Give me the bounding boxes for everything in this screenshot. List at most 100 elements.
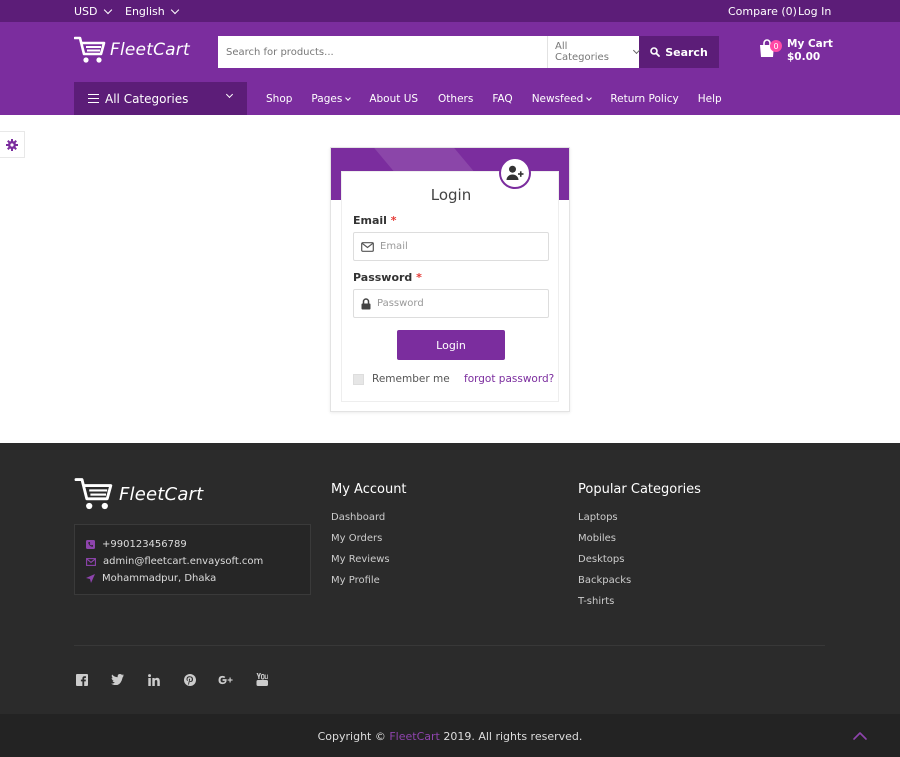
nav-item-newsfeed[interactable]: Newsfeed: [531, 92, 593, 105]
email-field[interactable]: [353, 232, 549, 261]
forgot-password-link[interactable]: forgot password?: [464, 373, 554, 385]
contact-phone: +990123456789: [86, 536, 310, 553]
email-label: Email *: [353, 214, 397, 227]
social-links: [74, 672, 269, 687]
my-account-title: My Account: [331, 482, 407, 497]
copyright-text: Copyright © FleetCart 2019. All rights r…: [0, 730, 900, 743]
language-selector[interactable]: English: [125, 5, 179, 18]
chevron-down-icon: [345, 94, 352, 101]
login-form: Login Email * Password * Login R: [341, 171, 559, 402]
brand-logo[interactable]: FleetCart: [74, 35, 190, 65]
scroll-to-top-icon[interactable]: [852, 728, 868, 744]
menu-icon: [88, 94, 99, 103]
all-categories-label: All Categories: [105, 91, 189, 106]
nav-item-pages[interactable]: Pages: [311, 93, 352, 105]
popular-categories-list: Laptops Mobiles Desktops Backpacks T-shi…: [578, 512, 631, 617]
all-categories-button[interactable]: All Categories: [74, 82, 247, 115]
compare-link[interactable]: Compare (0): [728, 5, 797, 18]
nav-item-faq[interactable]: FAQ: [492, 93, 512, 105]
contact-phone-text: +990123456789: [102, 539, 187, 550]
nav-item-label: Help: [697, 92, 722, 105]
footer-link-backpacks[interactable]: Backpacks: [578, 575, 631, 596]
email-label-text: Email: [353, 214, 387, 227]
login-card: Login Email * Password * Login R: [330, 147, 570, 412]
language-label: English: [125, 5, 165, 18]
required-mark: *: [390, 214, 397, 227]
footer-link-orders[interactable]: My Orders: [331, 533, 390, 554]
user-plus-icon: [506, 165, 524, 180]
nav-item-shop[interactable]: Shop: [266, 93, 292, 105]
envelope-icon: [361, 241, 374, 252]
contact-address-text: Mohammadpur, Dhaka: [102, 573, 217, 584]
settings-toggle[interactable]: [0, 131, 25, 158]
search-bar: All Categories Search: [218, 36, 719, 68]
chevron-down-icon: [103, 5, 112, 15]
footer-link-laptops[interactable]: Laptops: [578, 512, 631, 533]
nav-item-about[interactable]: About US: [369, 93, 418, 105]
currency-selector[interactable]: USD: [74, 5, 112, 18]
login-title: Login: [430, 186, 472, 204]
cart-widget[interactable]: 0 My Cart $0.00: [757, 38, 833, 64]
password-label: Password *: [353, 271, 422, 284]
footer-link-profile[interactable]: My Profile: [331, 575, 390, 596]
contact-info: +990123456789 admin@fleetcart.envaysoft.…: [74, 524, 311, 595]
my-account-list: Dashboard My Orders My Reviews My Profil…: [331, 512, 390, 596]
footer-link-reviews[interactable]: My Reviews: [331, 554, 390, 575]
copyright-suffix: 2019. All rights reserved.: [443, 730, 583, 743]
google-plus-icon[interactable]: [218, 672, 233, 687]
footer-link-mobiles[interactable]: Mobiles: [578, 533, 631, 554]
password-field[interactable]: [353, 289, 549, 318]
popular-categories-title: Popular Categories: [578, 482, 701, 497]
login-button[interactable]: Login: [397, 330, 505, 360]
chevron-down-icon: [225, 90, 234, 99]
contact-email-text: admin@fleetcart.envaysoft.com: [103, 556, 264, 567]
nav-menu: Shop Pages About US Others FAQ Newsfeed …: [266, 82, 722, 115]
nav-item-label: Newsfeed: [531, 92, 584, 105]
cart-label: My Cart: [787, 38, 833, 50]
nav-item-return-policy[interactable]: Return Policy: [610, 93, 678, 105]
cart-count-badge: 0: [770, 40, 782, 52]
add-user-badge: [499, 157, 531, 189]
twitter-icon[interactable]: [110, 672, 125, 687]
nav-item-others[interactable]: Others: [438, 93, 473, 105]
youtube-icon[interactable]: [254, 672, 269, 687]
nav-item-label: Return Policy: [610, 92, 679, 105]
footer-link-dashboard[interactable]: Dashboard: [331, 512, 390, 533]
linkedin-icon[interactable]: [146, 672, 161, 687]
footer-divider: [74, 645, 825, 646]
envelope-icon: [86, 557, 96, 566]
cart-total: $0.00: [787, 51, 821, 63]
facebook-icon[interactable]: [74, 672, 89, 687]
login-link[interactable]: Log In: [798, 5, 831, 18]
nav-item-label: Shop: [266, 92, 293, 105]
search-input[interactable]: [218, 36, 547, 68]
required-mark: *: [416, 271, 422, 284]
cart-logo-icon: [74, 36, 106, 63]
nav-item-help[interactable]: Help: [698, 93, 722, 105]
copyright-bar: Copyright © FleetCart 2019. All rights r…: [0, 714, 900, 757]
copyright-brand-link[interactable]: FleetCart: [389, 730, 440, 743]
location-arrow-icon: [86, 574, 95, 583]
category-select[interactable]: All Categories: [547, 36, 641, 68]
footer-brand-logo[interactable]: FleetCart: [74, 476, 203, 512]
contact-address: Mohammadpur, Dhaka: [86, 570, 310, 587]
cart-summary: My Cart $0.00: [787, 38, 833, 64]
lock-icon: [361, 297, 371, 309]
contact-email: admin@fleetcart.envaysoft.com: [86, 553, 310, 570]
remember-me[interactable]: Remember me: [353, 373, 450, 385]
gear-icon: [6, 138, 18, 151]
password-input[interactable]: [377, 298, 537, 309]
email-input[interactable]: [380, 241, 540, 252]
search-button[interactable]: Search: [639, 36, 719, 68]
footer-link-desktops[interactable]: Desktops: [578, 554, 631, 575]
copyright-prefix: Copyright ©: [317, 730, 386, 743]
remember-checkbox[interactable]: [353, 373, 364, 385]
remember-label: Remember me: [372, 373, 450, 385]
footer-link-tshirts[interactable]: T-shirts: [578, 596, 631, 617]
currency-label: USD: [74, 5, 98, 18]
header: FleetCart All Categories Search 0 My Car…: [0, 22, 900, 115]
pinterest-icon[interactable]: [182, 672, 197, 687]
main-nav: All Categories Shop Pages About US Other…: [0, 82, 900, 115]
brand-name: FleetCart: [110, 40, 190, 60]
search-icon: [650, 47, 661, 57]
